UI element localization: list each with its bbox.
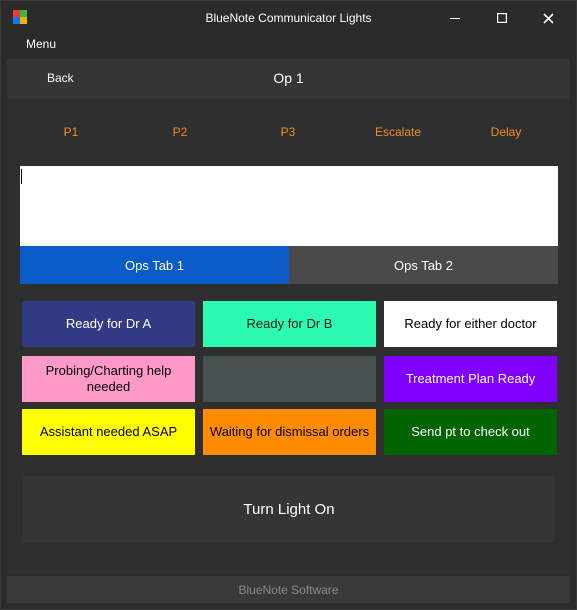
minimize-button[interactable] [433, 1, 477, 35]
link-escalate[interactable]: Escalate [375, 125, 421, 139]
light-blank-button[interactable] [203, 356, 376, 402]
app-window: BlueNote Communicator Lights Menu Back O… [0, 0, 577, 610]
link-delay[interactable]: Delay [491, 125, 522, 139]
menu-bar: Menu [1, 35, 576, 57]
minimize-icon [450, 18, 460, 19]
light-treatment-plan-button[interactable]: Treatment Plan Ready [384, 356, 557, 402]
light-ready-either-button[interactable]: Ready for either doctor [384, 301, 557, 347]
text-caret [21, 169, 22, 184]
link-p1[interactable]: P1 [64, 125, 79, 139]
priority-links: P1 P2 P3 Escalate Delay [7, 125, 570, 141]
light-ready-dr-b-button[interactable]: Ready for Dr B [203, 301, 376, 347]
light-ready-dr-a-button[interactable]: Ready for Dr A [22, 301, 195, 347]
light-waiting-dismissal-button[interactable]: Waiting for dismissal orders [203, 409, 376, 455]
light-send-checkout-button[interactable]: Send pt to check out [384, 409, 557, 455]
menu-item-menu[interactable]: Menu [26, 37, 56, 51]
light-probing-help-button[interactable]: Probing/Charting help needed [22, 356, 195, 402]
title-bar[interactable]: BlueNote Communicator Lights [1, 1, 576, 35]
tab-ops-1[interactable]: Ops Tab 1 [20, 246, 289, 284]
turn-light-on-button[interactable]: Turn Light On [23, 476, 555, 542]
close-icon [542, 12, 554, 24]
light-assistant-asap-button[interactable]: Assistant needed ASAP [22, 409, 195, 455]
close-button[interactable] [526, 1, 570, 35]
link-p3[interactable]: P3 [281, 125, 296, 139]
maximize-icon [497, 13, 507, 23]
page-title: Op 1 [273, 70, 304, 86]
maximize-button[interactable] [480, 1, 524, 35]
tab-ops-2[interactable]: Ops Tab 2 [289, 246, 558, 284]
message-input[interactable] [20, 166, 558, 246]
footer: BlueNote Software [7, 576, 570, 603]
link-p2[interactable]: P2 [173, 125, 188, 139]
nav-header: Back Op 1 [7, 59, 570, 99]
ops-tabs: Ops Tab 1 Ops Tab 2 [20, 246, 558, 284]
light-button-grid: Ready for Dr A Ready for Dr B Ready for … [22, 301, 557, 455]
